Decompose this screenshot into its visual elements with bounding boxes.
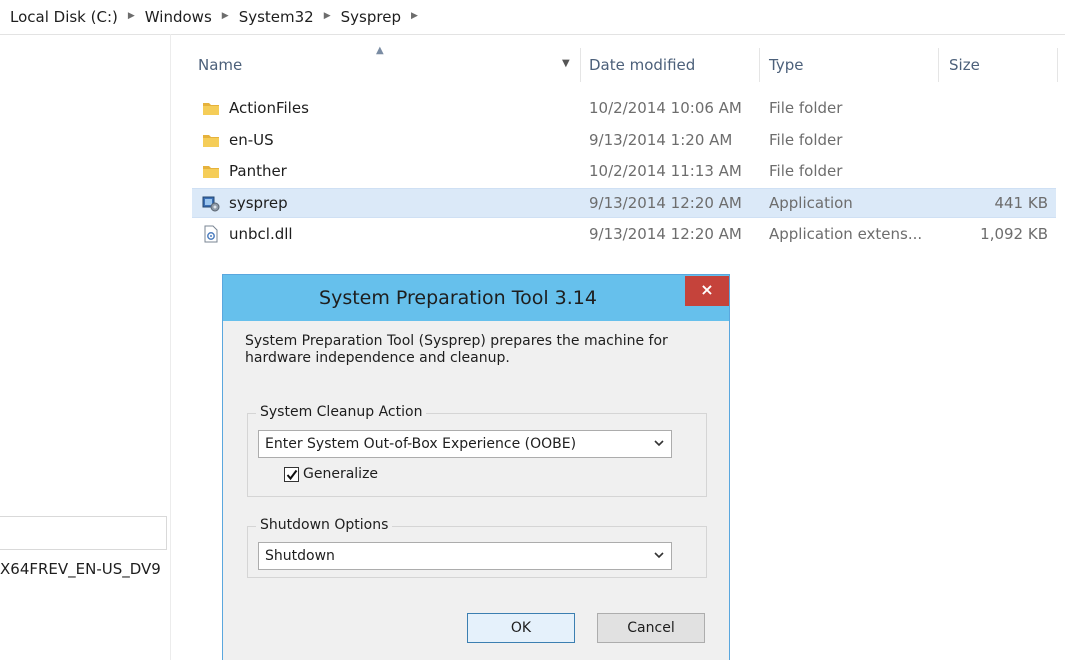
folder-icon bbox=[203, 166, 219, 178]
close-button[interactable]: × bbox=[685, 276, 729, 306]
chevron-right-icon[interactable]: ▶ bbox=[128, 11, 135, 21]
dialog-title-bar[interactable]: System Preparation Tool 3.14 × bbox=[223, 275, 729, 321]
file-row[interactable]: en-US 9/13/2014 1:20 AM File folder bbox=[192, 126, 1056, 154]
chevron-down-icon bbox=[654, 552, 664, 559]
shutdown-options-title: Shutdown Options bbox=[256, 517, 393, 533]
nav-pane-item[interactable] bbox=[0, 516, 167, 550]
file-row[interactable]: unbcl.dll 9/13/2014 12:20 AM Application… bbox=[192, 220, 1056, 248]
column-header-date[interactable]: Date modified bbox=[582, 44, 760, 88]
breadcrumb-windows[interactable]: Windows bbox=[145, 8, 212, 26]
folder-icon bbox=[203, 103, 219, 115]
address-bar[interactable]: Local Disk (C:) ▶ Windows ▶ System32 ▶ S… bbox=[0, 0, 1065, 35]
checkmark-icon bbox=[286, 469, 298, 480]
file-type: File folder bbox=[769, 162, 843, 180]
breadcrumb-local-disk[interactable]: Local Disk (C:) bbox=[10, 8, 118, 26]
file-name: unbcl.dll bbox=[229, 225, 293, 243]
column-dropdown-icon[interactable]: ▼ bbox=[562, 58, 570, 69]
column-header-type[interactable]: Type bbox=[760, 44, 938, 88]
chevron-right-icon[interactable]: ▶ bbox=[222, 11, 229, 21]
generalize-label: Generalize bbox=[303, 466, 379, 482]
column-divider[interactable] bbox=[580, 48, 581, 82]
file-date: 9/13/2014 12:20 AM bbox=[589, 194, 742, 212]
file-size: 1,092 KB bbox=[980, 225, 1048, 243]
chevron-right-icon[interactable]: ▶ bbox=[411, 11, 418, 21]
cleanup-action-value: Enter System Out-of-Box Experience (OOBE… bbox=[265, 436, 577, 452]
generalize-option[interactable]: Generalize bbox=[284, 466, 378, 482]
column-header-date-label: Date modified bbox=[589, 56, 696, 74]
column-header-type-label: Type bbox=[769, 56, 804, 74]
file-row[interactable]: Panther 10/2/2014 11:13 AM File folder bbox=[192, 157, 1056, 185]
file-type: Application extens... bbox=[769, 225, 923, 243]
ok-button[interactable]: OK bbox=[467, 613, 575, 643]
shutdown-options-value: Shutdown bbox=[265, 548, 335, 564]
column-header-name[interactable]: Name bbox=[192, 44, 582, 88]
nav-pane-drive-label[interactable]: X64FREV_EN-US_DV9 bbox=[0, 560, 170, 578]
file-date: 9/13/2014 12:20 AM bbox=[589, 225, 742, 243]
cancel-button[interactable]: Cancel bbox=[597, 613, 705, 643]
file-row[interactable]: ActionFiles 10/2/2014 10:06 AM File fold… bbox=[192, 94, 1056, 122]
dialog-description: System Preparation Tool (Sysprep) prepar… bbox=[245, 333, 668, 366]
file-size: 441 KB bbox=[994, 194, 1048, 212]
file-name: Panther bbox=[229, 162, 287, 180]
file-date: 10/2/2014 10:06 AM bbox=[589, 99, 742, 117]
breadcrumb: Local Disk (C:) ▶ Windows ▶ System32 ▶ S… bbox=[10, 8, 428, 26]
close-icon: × bbox=[700, 280, 714, 299]
column-header-size[interactable]: Size bbox=[939, 44, 1057, 88]
file-name: en-US bbox=[229, 131, 274, 149]
column-header-name-label: Name bbox=[198, 56, 243, 74]
file-name: ActionFiles bbox=[229, 99, 309, 117]
shutdown-options-select[interactable]: Shutdown bbox=[258, 542, 672, 570]
chevron-right-icon[interactable]: ▶ bbox=[324, 11, 331, 21]
generalize-checkbox[interactable] bbox=[284, 466, 299, 482]
dialog-title: System Preparation Tool 3.14 bbox=[319, 287, 597, 309]
shutdown-options-group: Shutdown Options Shutdown bbox=[247, 517, 707, 578]
breadcrumb-system32[interactable]: System32 bbox=[239, 8, 314, 26]
folder-icon bbox=[203, 135, 219, 147]
sort-ascending-icon: ▲ bbox=[376, 45, 384, 56]
cleanup-action-select[interactable]: Enter System Out-of-Box Experience (OOBE… bbox=[258, 430, 672, 458]
breadcrumb-sysprep[interactable]: Sysprep bbox=[341, 8, 401, 26]
column-header-size-label: Size bbox=[949, 56, 980, 74]
column-divider[interactable] bbox=[1057, 48, 1058, 82]
sysprep-dialog: System Preparation Tool 3.14 × System Pr… bbox=[222, 274, 730, 660]
file-date: 9/13/2014 1:20 AM bbox=[589, 131, 733, 149]
file-row-selected[interactable]: sysprep 9/13/2014 12:20 AM Application 4… bbox=[192, 188, 1056, 218]
cleanup-action-title: System Cleanup Action bbox=[256, 404, 427, 420]
file-date: 10/2/2014 11:13 AM bbox=[589, 162, 742, 180]
chevron-down-icon bbox=[654, 440, 664, 447]
application-icon bbox=[202, 196, 220, 212]
file-type: Application bbox=[769, 194, 853, 212]
file-type: File folder bbox=[769, 99, 843, 117]
file-name: sysprep bbox=[229, 194, 288, 212]
dll-file-icon bbox=[204, 225, 218, 243]
cleanup-action-group: System Cleanup Action Enter System Out-o… bbox=[247, 404, 707, 497]
file-type: File folder bbox=[769, 131, 843, 149]
